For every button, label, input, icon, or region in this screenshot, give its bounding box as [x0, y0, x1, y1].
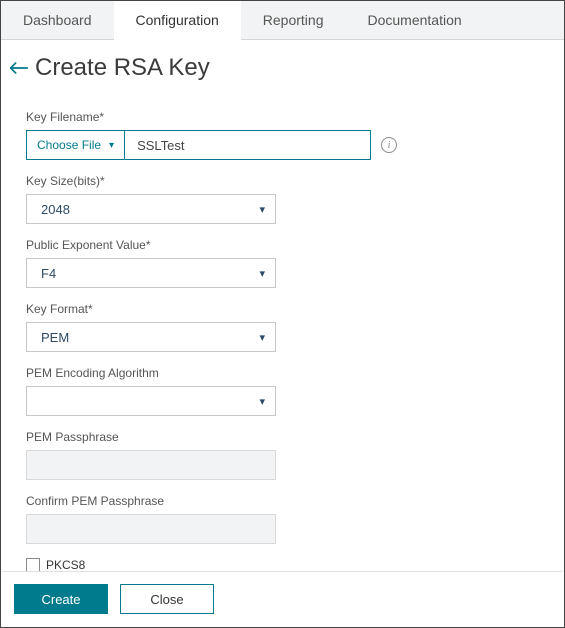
key-filename-row: Choose File ▾ i: [26, 130, 546, 160]
key-size-value: 2048: [41, 202, 70, 217]
pem-passphrase-label: PEM Passphrase: [26, 430, 546, 444]
footer-actions: Create Close: [2, 571, 563, 626]
chevron-down-icon: ▾: [259, 267, 265, 280]
pem-encoding-label: PEM Encoding Algorithm: [26, 366, 546, 380]
info-icon[interactable]: i: [381, 137, 397, 153]
tab-documentation[interactable]: Documentation: [345, 1, 483, 39]
chevron-down-icon: ▾: [259, 395, 265, 408]
tab-configuration[interactable]: Configuration: [114, 1, 241, 40]
pem-encoding-select[interactable]: ▾: [26, 386, 276, 416]
field-pem-passphrase: PEM Passphrase: [26, 430, 546, 480]
confirm-pem-passphrase-label: Confirm PEM Passphrase: [26, 494, 546, 508]
choose-file-button[interactable]: Choose File ▾: [26, 130, 125, 160]
public-exponent-label: Public Exponent Value*: [26, 238, 546, 252]
key-format-value: PEM: [41, 330, 69, 345]
form-create-rsa-key: Key Filename* Choose File ▾ i Key Size(b…: [1, 88, 564, 584]
back-arrow-icon[interactable]: [9, 60, 29, 76]
close-button[interactable]: Close: [120, 584, 214, 614]
field-key-format: Key Format* PEM ▾: [26, 302, 546, 352]
field-pem-encoding: PEM Encoding Algorithm ▾: [26, 366, 546, 416]
key-format-label: Key Format*: [26, 302, 546, 316]
key-format-select[interactable]: PEM ▾: [26, 322, 276, 352]
tab-dashboard[interactable]: Dashboard: [1, 1, 114, 39]
field-pkcs8: PKCS8: [26, 558, 546, 572]
tab-reporting[interactable]: Reporting: [241, 1, 346, 39]
page-header: Create RSA Key: [1, 40, 564, 88]
create-button[interactable]: Create: [14, 584, 108, 614]
field-confirm-pem-passphrase: Confirm PEM Passphrase: [26, 494, 546, 544]
key-filename-label: Key Filename*: [26, 110, 546, 124]
pem-passphrase-input[interactable]: [26, 450, 276, 480]
field-key-filename: Key Filename* Choose File ▾ i: [26, 110, 546, 160]
field-key-size: Key Size(bits)* 2048 ▾: [26, 174, 546, 224]
tab-bar: Dashboard Configuration Reporting Docume…: [1, 1, 564, 40]
chevron-down-icon: ▾: [259, 331, 265, 344]
key-size-label: Key Size(bits)*: [26, 174, 546, 188]
pkcs8-checkbox[interactable]: [26, 558, 40, 572]
public-exponent-value: F4: [41, 266, 56, 281]
page-title: Create RSA Key: [35, 54, 210, 82]
chevron-down-icon: ▾: [109, 140, 114, 151]
field-public-exponent: Public Exponent Value* F4 ▾: [26, 238, 546, 288]
chevron-down-icon: ▾: [259, 203, 265, 216]
confirm-pem-passphrase-input[interactable]: [26, 514, 276, 544]
public-exponent-select[interactable]: F4 ▾: [26, 258, 276, 288]
choose-file-button-label: Choose File: [37, 138, 101, 152]
key-size-select[interactable]: 2048 ▾: [26, 194, 276, 224]
pkcs8-label[interactable]: PKCS8: [46, 558, 85, 572]
key-filename-input[interactable]: [125, 130, 371, 160]
